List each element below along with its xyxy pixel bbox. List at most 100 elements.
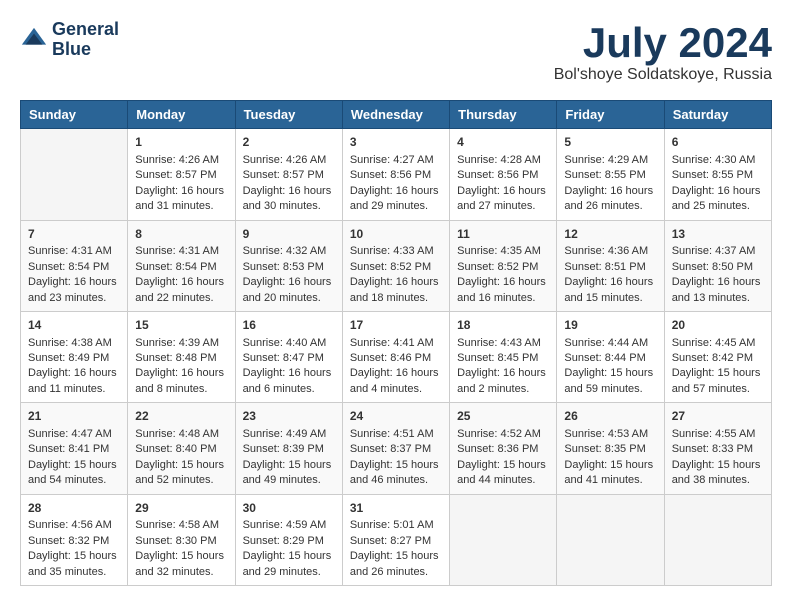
calendar-cell: 26Sunrise: 4:53 AMSunset: 8:35 PMDayligh… xyxy=(557,403,664,494)
day-number: 9 xyxy=(243,226,335,243)
calendar-cell: 5Sunrise: 4:29 AMSunset: 8:55 PMDaylight… xyxy=(557,129,664,220)
cell-text: Sunset: 8:35 PM xyxy=(564,442,656,457)
calendar-cell: 15Sunrise: 4:39 AMSunset: 8:48 PMDayligh… xyxy=(128,311,235,402)
cell-text: and 25 minutes. xyxy=(672,199,764,214)
cell-text: Daylight: 16 hours xyxy=(672,184,764,199)
cell-text: Sunset: 8:53 PM xyxy=(243,260,335,275)
cell-text: and 20 minutes. xyxy=(243,291,335,306)
cell-text: and 13 minutes. xyxy=(672,291,764,306)
calendar-week-row: 14Sunrise: 4:38 AMSunset: 8:49 PMDayligh… xyxy=(21,311,772,402)
day-number: 14 xyxy=(28,317,120,334)
calendar-cell: 18Sunrise: 4:43 AMSunset: 8:45 PMDayligh… xyxy=(450,311,557,402)
cell-text: Daylight: 15 hours xyxy=(243,549,335,564)
calendar-day-header: Wednesday xyxy=(342,101,449,129)
cell-text: Sunrise: 4:56 AM xyxy=(28,518,120,533)
cell-text: Sunset: 8:56 PM xyxy=(457,168,549,183)
calendar-cell xyxy=(664,494,771,585)
cell-text: Daylight: 16 hours xyxy=(243,275,335,290)
cell-text: Sunset: 8:47 PM xyxy=(243,351,335,366)
title-section: July 2024 Bol'shoye Soldatskoye, Russia xyxy=(554,20,772,84)
day-number: 22 xyxy=(135,408,227,425)
cell-text: and 16 minutes. xyxy=(457,291,549,306)
cell-text: Sunset: 8:39 PM xyxy=(243,442,335,457)
cell-text: Daylight: 15 hours xyxy=(564,366,656,381)
cell-text: Sunrise: 4:44 AM xyxy=(564,336,656,351)
cell-text: Daylight: 16 hours xyxy=(457,184,549,199)
cell-text: and 8 minutes. xyxy=(135,382,227,397)
cell-text: Sunset: 8:56 PM xyxy=(350,168,442,183)
cell-text: Sunset: 8:44 PM xyxy=(564,351,656,366)
cell-text: and 49 minutes. xyxy=(243,473,335,488)
day-number: 21 xyxy=(28,408,120,425)
cell-text: Sunrise: 4:35 AM xyxy=(457,244,549,259)
cell-text: Sunset: 8:45 PM xyxy=(457,351,549,366)
calendar-day-header: Friday xyxy=(557,101,664,129)
cell-text: Daylight: 16 hours xyxy=(350,366,442,381)
calendar-cell: 23Sunrise: 4:49 AMSunset: 8:39 PMDayligh… xyxy=(235,403,342,494)
calendar-cell: 27Sunrise: 4:55 AMSunset: 8:33 PMDayligh… xyxy=(664,403,771,494)
cell-text: Sunset: 8:36 PM xyxy=(457,442,549,457)
calendar-table: SundayMondayTuesdayWednesdayThursdayFrid… xyxy=(20,100,772,586)
day-number: 5 xyxy=(564,134,656,151)
cell-text: Sunset: 8:52 PM xyxy=(350,260,442,275)
cell-text: Daylight: 16 hours xyxy=(243,184,335,199)
cell-text: Daylight: 15 hours xyxy=(672,366,764,381)
cell-text: Sunset: 8:30 PM xyxy=(135,534,227,549)
location-title: Bol'shoye Soldatskoye, Russia xyxy=(554,66,772,84)
cell-text: Sunrise: 4:59 AM xyxy=(243,518,335,533)
day-number: 4 xyxy=(457,134,549,151)
cell-text: Sunset: 8:55 PM xyxy=(672,168,764,183)
logo-icon xyxy=(20,26,48,54)
cell-text: Sunrise: 4:41 AM xyxy=(350,336,442,351)
day-number: 30 xyxy=(243,500,335,517)
calendar-cell: 14Sunrise: 4:38 AMSunset: 8:49 PMDayligh… xyxy=(21,311,128,402)
day-number: 23 xyxy=(243,408,335,425)
calendar-cell: 8Sunrise: 4:31 AMSunset: 8:54 PMDaylight… xyxy=(128,220,235,311)
cell-text: and 35 minutes. xyxy=(28,565,120,580)
cell-text: and 57 minutes. xyxy=(672,382,764,397)
cell-text: Sunrise: 4:32 AM xyxy=(243,244,335,259)
cell-text: and 11 minutes. xyxy=(28,382,120,397)
day-number: 2 xyxy=(243,134,335,151)
calendar-cell: 28Sunrise: 4:56 AMSunset: 8:32 PMDayligh… xyxy=(21,494,128,585)
cell-text: Sunset: 8:46 PM xyxy=(350,351,442,366)
calendar-cell: 6Sunrise: 4:30 AMSunset: 8:55 PMDaylight… xyxy=(664,129,771,220)
calendar-cell: 22Sunrise: 4:48 AMSunset: 8:40 PMDayligh… xyxy=(128,403,235,494)
day-number: 24 xyxy=(350,408,442,425)
cell-text: and 38 minutes. xyxy=(672,473,764,488)
cell-text: and 18 minutes. xyxy=(350,291,442,306)
calendar-day-header: Sunday xyxy=(21,101,128,129)
cell-text: Sunset: 8:57 PM xyxy=(243,168,335,183)
calendar-cell: 3Sunrise: 4:27 AMSunset: 8:56 PMDaylight… xyxy=(342,129,449,220)
cell-text: Sunrise: 4:38 AM xyxy=(28,336,120,351)
cell-text: Sunset: 8:48 PM xyxy=(135,351,227,366)
cell-text: and 23 minutes. xyxy=(28,291,120,306)
calendar-cell: 29Sunrise: 4:58 AMSunset: 8:30 PMDayligh… xyxy=(128,494,235,585)
cell-text: and 32 minutes. xyxy=(135,565,227,580)
calendar-day-header: Thursday xyxy=(450,101,557,129)
cell-text: Sunrise: 4:37 AM xyxy=(672,244,764,259)
cell-text: Sunrise: 4:30 AM xyxy=(672,153,764,168)
calendar-week-row: 21Sunrise: 4:47 AMSunset: 8:41 PMDayligh… xyxy=(21,403,772,494)
calendar-cell: 25Sunrise: 4:52 AMSunset: 8:36 PMDayligh… xyxy=(450,403,557,494)
cell-text: Sunset: 8:29 PM xyxy=(243,534,335,549)
cell-text: and 30 minutes. xyxy=(243,199,335,214)
cell-text: Sunrise: 4:29 AM xyxy=(564,153,656,168)
cell-text: Sunrise: 4:51 AM xyxy=(350,427,442,442)
day-number: 17 xyxy=(350,317,442,334)
cell-text: Sunrise: 4:36 AM xyxy=(564,244,656,259)
cell-text: and 52 minutes. xyxy=(135,473,227,488)
cell-text: Sunset: 8:42 PM xyxy=(672,351,764,366)
cell-text: and 41 minutes. xyxy=(564,473,656,488)
day-number: 1 xyxy=(135,134,227,151)
day-number: 16 xyxy=(243,317,335,334)
cell-text: Sunrise: 4:43 AM xyxy=(457,336,549,351)
day-number: 7 xyxy=(28,226,120,243)
calendar-cell: 9Sunrise: 4:32 AMSunset: 8:53 PMDaylight… xyxy=(235,220,342,311)
calendar-cell: 19Sunrise: 4:44 AMSunset: 8:44 PMDayligh… xyxy=(557,311,664,402)
cell-text: and 59 minutes. xyxy=(564,382,656,397)
cell-text: Sunset: 8:50 PM xyxy=(672,260,764,275)
cell-text: Daylight: 15 hours xyxy=(28,458,120,473)
cell-text: Daylight: 16 hours xyxy=(135,275,227,290)
calendar-week-row: 1Sunrise: 4:26 AMSunset: 8:57 PMDaylight… xyxy=(21,129,772,220)
